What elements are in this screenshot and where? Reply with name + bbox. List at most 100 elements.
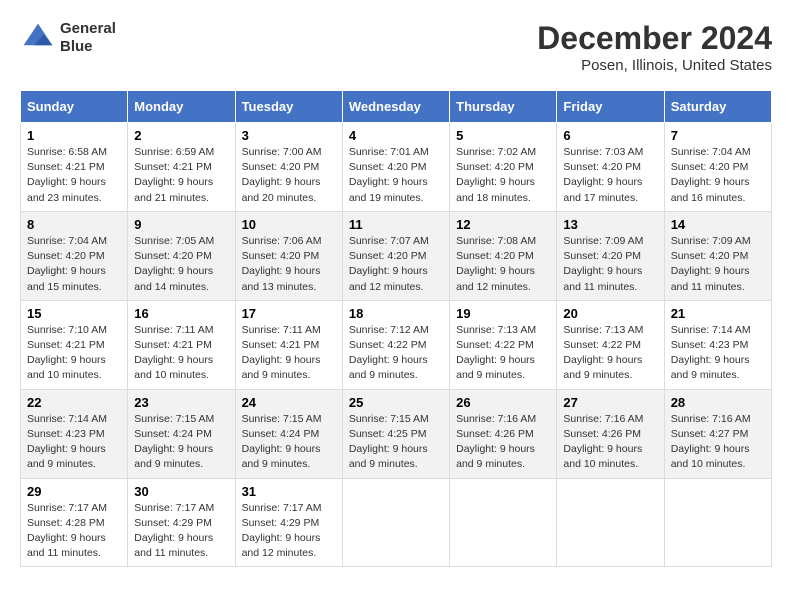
day-number: 30 — [134, 484, 228, 499]
title-block: December 2024 Posen, Illinois, United St… — [537, 20, 772, 74]
day-info: Sunrise: 7:16 AMSunset: 4:27 PMDaylight:… — [671, 412, 765, 473]
day-info: Sunrise: 7:17 AMSunset: 4:29 PMDaylight:… — [242, 501, 336, 562]
day-info: Sunrise: 7:14 AMSunset: 4:23 PMDaylight:… — [27, 412, 121, 473]
calendar-cell: 4Sunrise: 7:01 AMSunset: 4:20 PMDaylight… — [342, 123, 449, 212]
day-number: 7 — [671, 128, 765, 143]
day-info: Sunrise: 7:11 AMSunset: 4:21 PMDaylight:… — [134, 323, 228, 384]
calendar-day-header: Wednesday — [342, 91, 449, 123]
day-info: Sunrise: 7:00 AMSunset: 4:20 PMDaylight:… — [242, 145, 336, 206]
calendar-cell: 28 Sunrise: 7:16 AMSunset: 4:27 PMDayligh… — [664, 389, 771, 478]
calendar-cell: 9Sunrise: 7:05 AMSunset: 4:20 PMDaylight… — [128, 211, 235, 300]
day-info: Sunrise: 7:16 AMSunset: 4:26 PMDaylight:… — [563, 412, 657, 473]
calendar-cell — [342, 478, 449, 567]
calendar-cell: 23 Sunrise: 7:15 AMSunset: 4:24 PMDayligh… — [128, 389, 235, 478]
calendar-cell: 14Sunrise: 7:09 AMSunset: 4:20 PMDayligh… — [664, 211, 771, 300]
day-info: Sunrise: 7:07 AMSunset: 4:20 PMDaylight:… — [349, 234, 443, 295]
calendar-day-header: Saturday — [664, 91, 771, 123]
calendar-title: December 2024 — [537, 20, 772, 57]
day-info: Sunrise: 7:11 AMSunset: 4:21 PMDaylight:… — [242, 323, 336, 384]
day-info: Sunrise: 7:05 AMSunset: 4:20 PMDaylight:… — [134, 234, 228, 295]
day-number: 19 — [456, 306, 550, 321]
calendar-cell: 17 Sunrise: 7:11 AMSunset: 4:21 PMDayligh… — [235, 300, 342, 389]
calendar-cell: 21 Sunrise: 7:14 AMSunset: 4:23 PMDayligh… — [664, 300, 771, 389]
calendar-cell: 3 Sunrise: 7:00 AMSunset: 4:20 PMDaylight… — [235, 123, 342, 212]
day-number: 31 — [242, 484, 336, 499]
calendar-cell: 15Sunrise: 7:10 AMSunset: 4:21 PMDayligh… — [21, 300, 128, 389]
day-number: 26 — [456, 395, 550, 410]
day-info: Sunrise: 7:17 AMSunset: 4:28 PMDaylight:… — [27, 501, 121, 562]
calendar-week-row: 1 Sunrise: 6:58 AMSunset: 4:21 PMDaylight… — [21, 123, 772, 212]
calendar-cell: 29Sunrise: 7:17 AMSunset: 4:28 PMDayligh… — [21, 478, 128, 567]
day-info: Sunrise: 7:08 AMSunset: 4:20 PMDaylight:… — [456, 234, 550, 295]
day-number: 18 — [349, 306, 443, 321]
calendar-cell: 12 Sunrise: 7:08 AMSunset: 4:20 PMDayligh… — [450, 211, 557, 300]
day-number: 23 — [134, 395, 228, 410]
day-number: 6 — [563, 128, 657, 143]
day-info: Sunrise: 7:03 AMSunset: 4:20 PMDaylight:… — [563, 145, 657, 206]
day-info: Sunrise: 7:09 AMSunset: 4:20 PMDaylight:… — [563, 234, 657, 295]
calendar-cell: 18 Sunrise: 7:12 AMSunset: 4:22 PMDayligh… — [342, 300, 449, 389]
day-info: Sunrise: 7:06 AMSunset: 4:20 PMDaylight:… — [242, 234, 336, 295]
day-number: 2 — [134, 128, 228, 143]
calendar-cell: 26 Sunrise: 7:16 AMSunset: 4:26 PMDayligh… — [450, 389, 557, 478]
day-info: Sunrise: 7:01 AMSunset: 4:20 PMDaylight:… — [349, 145, 443, 206]
day-info: Sunrise: 7:15 AMSunset: 4:24 PMDaylight:… — [242, 412, 336, 473]
calendar-cell: 27 Sunrise: 7:16 AMSunset: 4:26 PMDayligh… — [557, 389, 664, 478]
day-info: Sunrise: 7:04 AMSunset: 4:20 PMDaylight:… — [27, 234, 121, 295]
day-number: 11 — [349, 217, 443, 232]
calendar-cell: 6 Sunrise: 7:03 AMSunset: 4:20 PMDaylight… — [557, 123, 664, 212]
day-number: 21 — [671, 306, 765, 321]
day-number: 27 — [563, 395, 657, 410]
day-number: 20 — [563, 306, 657, 321]
calendar-cell: 30 Sunrise: 7:17 AMSunset: 4:29 PMDayligh… — [128, 478, 235, 567]
calendar-cell — [450, 478, 557, 567]
day-info: Sunrise: 7:15 AMSunset: 4:25 PMDaylight:… — [349, 412, 443, 473]
calendar-day-header: Friday — [557, 91, 664, 123]
day-info: Sunrise: 7:16 AMSunset: 4:26 PMDaylight:… — [456, 412, 550, 473]
calendar-week-row: 15Sunrise: 7:10 AMSunset: 4:21 PMDayligh… — [21, 300, 772, 389]
logo-icon — [20, 20, 56, 56]
calendar-cell: 5 Sunrise: 7:02 AMSunset: 4:20 PMDaylight… — [450, 123, 557, 212]
day-number: 17 — [242, 306, 336, 321]
calendar-cell: 16 Sunrise: 7:11 AMSunset: 4:21 PMDayligh… — [128, 300, 235, 389]
day-info: Sunrise: 7:12 AMSunset: 4:22 PMDaylight:… — [349, 323, 443, 384]
calendar-day-header: Tuesday — [235, 91, 342, 123]
logo-text: General Blue — [60, 20, 116, 56]
day-number: 16 — [134, 306, 228, 321]
day-number: 22 — [27, 395, 121, 410]
calendar-cell — [557, 478, 664, 567]
day-number: 24 — [242, 395, 336, 410]
day-number: 3 — [242, 128, 336, 143]
calendar-day-header: Sunday — [21, 91, 128, 123]
calendar-cell: 13 Sunrise: 7:09 AMSunset: 4:20 PMDayligh… — [557, 211, 664, 300]
calendar-cell: 1 Sunrise: 6:58 AMSunset: 4:21 PMDaylight… — [21, 123, 128, 212]
day-number: 13 — [563, 217, 657, 232]
day-number: 14 — [671, 217, 765, 232]
day-number: 10 — [242, 217, 336, 232]
calendar-day-header: Monday — [128, 91, 235, 123]
day-info: Sunrise: 6:58 AMSunset: 4:21 PMDaylight:… — [27, 145, 121, 206]
day-info: Sunrise: 7:13 AMSunset: 4:22 PMDaylight:… — [456, 323, 550, 384]
calendar-cell: 24 Sunrise: 7:15 AMSunset: 4:24 PMDayligh… — [235, 389, 342, 478]
calendar-cell: 19 Sunrise: 7:13 AMSunset: 4:22 PMDayligh… — [450, 300, 557, 389]
day-number: 15 — [27, 306, 121, 321]
calendar-week-row: 8Sunrise: 7:04 AMSunset: 4:20 PMDaylight… — [21, 211, 772, 300]
day-number: 28 — [671, 395, 765, 410]
calendar-header-row: SundayMondayTuesdayWednesdayThursdayFrid… — [21, 91, 772, 123]
calendar-week-row: 29Sunrise: 7:17 AMSunset: 4:28 PMDayligh… — [21, 478, 772, 567]
calendar-subtitle: Posen, Illinois, United States — [537, 57, 772, 74]
day-info: Sunrise: 7:14 AMSunset: 4:23 PMDaylight:… — [671, 323, 765, 384]
day-number: 12 — [456, 217, 550, 232]
calendar-cell: 2Sunrise: 6:59 AMSunset: 4:21 PMDaylight… — [128, 123, 235, 212]
calendar-cell: 22 Sunrise: 7:14 AMSunset: 4:23 PMDayligh… — [21, 389, 128, 478]
calendar-cell: 10 Sunrise: 7:06 AMSunset: 4:20 PMDayligh… — [235, 211, 342, 300]
day-number: 1 — [27, 128, 121, 143]
calendar-cell — [664, 478, 771, 567]
day-info: Sunrise: 7:15 AMSunset: 4:24 PMDaylight:… — [134, 412, 228, 473]
page-header: General Blue December 2024 Posen, Illino… — [20, 20, 772, 74]
day-info: Sunrise: 7:17 AMSunset: 4:29 PMDaylight:… — [134, 501, 228, 562]
day-info: Sunrise: 7:02 AMSunset: 4:20 PMDaylight:… — [456, 145, 550, 206]
calendar-table: SundayMondayTuesdayWednesdayThursdayFrid… — [20, 90, 772, 567]
calendar-cell: 7Sunrise: 7:04 AMSunset: 4:20 PMDaylight… — [664, 123, 771, 212]
day-number: 5 — [456, 128, 550, 143]
